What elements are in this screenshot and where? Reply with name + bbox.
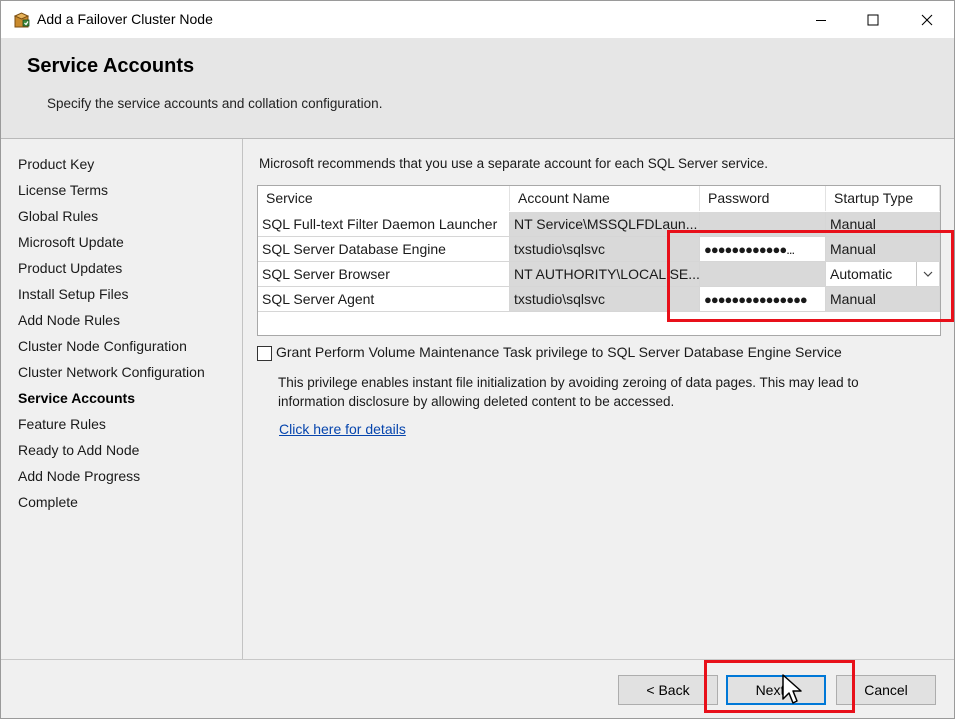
nav-item-service-accounts[interactable]: Service Accounts — [18, 390, 135, 406]
grant-privilege-label[interactable]: Grant Perform Volume Maintenance Task pr… — [276, 344, 842, 360]
table-row-service: SQL Server Database Engine — [258, 237, 510, 262]
maximize-button[interactable] — [847, 1, 899, 38]
nav-item-product-key[interactable]: Product Key — [18, 156, 94, 172]
page-subtitle: Specify the service accounts and collati… — [47, 96, 383, 111]
page-title: Service Accounts — [27, 55, 195, 77]
nav-item-global-rules[interactable]: Global Rules — [18, 208, 98, 224]
column-header-startup-type[interactable]: Startup Type — [826, 186, 940, 211]
nav-item-license-terms[interactable]: License Terms — [18, 182, 108, 198]
mouse-cursor-icon — [782, 674, 802, 704]
maximize-icon — [867, 14, 879, 25]
window-title: Add a Failover Cluster Node — [37, 11, 213, 27]
nav-item-ready-to-add-node[interactable]: Ready to Add Node — [18, 442, 139, 458]
nav-item-product-updates[interactable]: Product Updates — [18, 260, 122, 276]
nav-item-cluster-node-configuration[interactable]: Cluster Node Configuration — [18, 338, 187, 354]
nav-item-feature-rules[interactable]: Feature Rules — [18, 416, 106, 432]
details-link[interactable]: Click here for details — [279, 421, 406, 437]
nav-item-cluster-network-configuration[interactable]: Cluster Network Configuration — [18, 364, 205, 380]
nav-item-add-node-progress[interactable]: Add Node Progress — [18, 468, 140, 484]
nav-item-complete[interactable]: Complete — [18, 494, 78, 510]
close-icon — [921, 14, 933, 25]
intro-text: Microsoft recommends that you use a sepa… — [259, 156, 768, 171]
privilege-note: This privilege enables instant file init… — [278, 375, 859, 409]
column-header-account-name[interactable]: Account Name — [510, 186, 700, 211]
password-highlight-box — [667, 230, 954, 322]
minimize-icon — [816, 19, 826, 21]
nav-item-microsoft-update[interactable]: Microsoft Update — [18, 234, 124, 250]
nav-item-install-setup-files[interactable]: Install Setup Files — [18, 286, 129, 302]
setup-window: Add a Failover Cluster Node Service Acco… — [0, 0, 955, 719]
table-row-service: SQL Server Agent — [258, 287, 510, 312]
table-row-service: SQL Server Browser — [258, 262, 510, 287]
column-header-password[interactable]: Password — [700, 186, 826, 211]
grant-privilege-checkbox[interactable] — [257, 346, 272, 361]
close-button[interactable] — [901, 1, 953, 38]
setup-box-icon — [13, 12, 30, 28]
nav-item-add-node-rules[interactable]: Add Node Rules — [18, 312, 120, 328]
step-navigation: Product Key License Terms Global Rules M… — [1, 139, 243, 659]
next-highlight-box — [704, 660, 855, 713]
table-row-service: SQL Full-text Filter Daemon Launcher — [258, 212, 510, 237]
minimize-button[interactable] — [795, 1, 847, 38]
title-bar[interactable]: Add a Failover Cluster Node — [1, 1, 954, 38]
page-header: Service Accounts Specify the service acc… — [1, 38, 954, 139]
back-button[interactable]: < Back — [618, 675, 718, 705]
column-header-service[interactable]: Service — [258, 186, 510, 211]
